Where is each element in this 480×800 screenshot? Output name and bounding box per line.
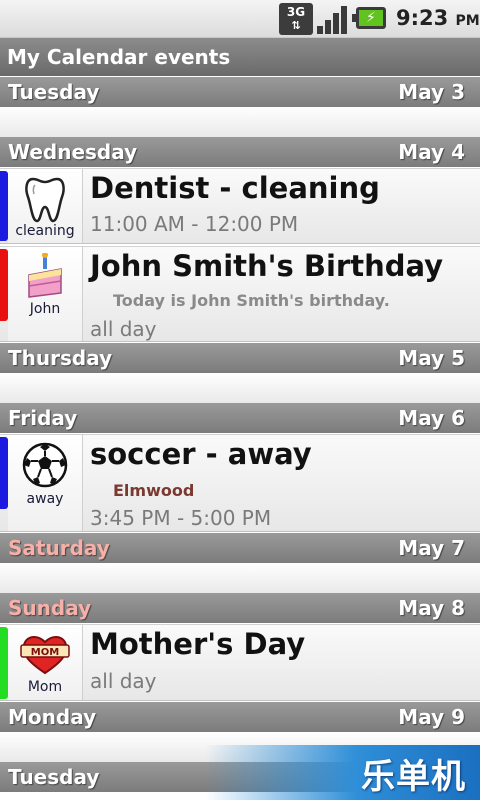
event-icon-cell: John: [8, 247, 83, 341]
calendar-color-bar: [0, 437, 8, 509]
empty-day-slot: [0, 373, 480, 403]
day-name: Wednesday: [8, 140, 138, 164]
day-header-saturday: Saturday May 7: [0, 533, 480, 563]
tooth-icon: [25, 177, 65, 223]
event-dentist[interactable]: cleaning Dentist - cleaning 11:00 AM - 1…: [0, 168, 480, 244]
day-date: May 8: [398, 596, 465, 620]
event-icon-cell: cleaning: [8, 169, 83, 243]
empty-day-slot: [0, 107, 480, 137]
signal-icon: [317, 4, 349, 34]
calendar-color-bar: [0, 249, 8, 321]
event-icon-cell: away: [8, 435, 83, 531]
battery-charging-icon: ⚡: [352, 7, 386, 29]
day-date: May 3: [398, 80, 465, 104]
calendar-color-bar: [0, 171, 8, 241]
soccer-ball-icon: [22, 442, 68, 488]
event-icon-label: Mom: [27, 679, 63, 695]
event-title: Mother's Day: [90, 627, 306, 661]
event-mothers-day[interactable]: MOM Mom Mother's Day all day: [0, 624, 480, 701]
event-title: John Smith's Birthday: [90, 249, 444, 283]
watermark-text: 乐单机: [361, 757, 466, 797]
day-header-thursday: Thursday May 5: [0, 343, 480, 373]
mom-heart-icon: MOM: [20, 636, 70, 675]
event-location: Elmwood: [113, 481, 195, 500]
svg-text:MOM: MOM: [31, 647, 59, 658]
day-name: Sunday: [8, 596, 92, 620]
day-name: Tuesday: [8, 765, 100, 789]
3g-data-icon: 3G ⇅: [279, 3, 313, 35]
day-date: May 7: [398, 536, 465, 560]
day-date: May 6: [398, 406, 465, 430]
event-icon-cell: MOM Mom: [8, 625, 83, 700]
event-icon-label: John: [29, 301, 61, 317]
clock-ampm: PM: [455, 13, 480, 29]
event-time: all day: [90, 669, 157, 693]
day-header-friday: Friday May 6: [0, 403, 480, 433]
watermark: 乐单机: [205, 745, 480, 800]
day-name: Monday: [8, 705, 97, 729]
clock-time: 9:23: [396, 6, 449, 30]
day-header-sunday: Sunday May 8: [0, 593, 480, 623]
event-time: 3:45 PM - 5:00 PM: [90, 506, 272, 530]
birthday-cake-icon: [28, 253, 62, 298]
event-time: 11:00 AM - 12:00 PM: [90, 212, 299, 236]
event-birthday[interactable]: John John Smith's Birthday Today is John…: [0, 246, 480, 342]
calendar-color-bar: [0, 627, 8, 699]
event-icon-label: away: [26, 491, 64, 507]
clock: 9:23 PM: [396, 6, 480, 30]
day-date: May 5: [398, 346, 465, 370]
network-type: 3G: [286, 5, 306, 19]
day-name: Saturday: [8, 536, 110, 560]
day-header-monday: Monday May 9: [0, 702, 480, 732]
event-icon-label: cleaning: [15, 223, 75, 239]
day-name: Tuesday: [8, 80, 100, 104]
status-bar: 3G ⇅ ⚡ 9:23 PM: [0, 0, 480, 38]
day-name: Thursday: [8, 346, 113, 370]
day-header-wednesday: Wednesday May 4: [0, 137, 480, 167]
empty-day-slot: [0, 563, 480, 593]
event-title: soccer - away: [90, 437, 312, 471]
day-header-tuesday: Tuesday May 3: [0, 77, 480, 107]
event-description: Today is John Smith's birthday.: [113, 291, 390, 310]
event-soccer[interactable]: away soccer - away Elmwood 3:45 PM - 5:0…: [0, 434, 480, 532]
event-title: Dentist - cleaning: [90, 171, 380, 205]
event-time: all day: [90, 317, 157, 341]
day-name: Friday: [8, 406, 78, 430]
day-date: May 9: [398, 705, 465, 729]
page-title: My Calendar events: [0, 38, 480, 76]
day-date: May 4: [398, 140, 465, 164]
